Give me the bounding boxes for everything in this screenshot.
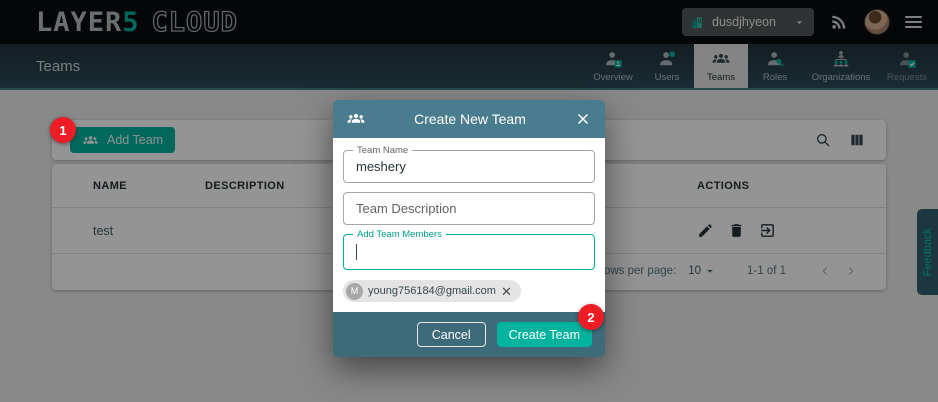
create-team-modal: Create New Team Team Name Add Team Membe… xyxy=(333,100,605,357)
add-team-members-label: Add Team Members xyxy=(353,229,446,240)
annotation-step-1-badge: 1 xyxy=(50,117,76,143)
team-name-label: Team Name xyxy=(353,145,412,156)
team-description-input[interactable] xyxy=(344,193,594,224)
modal-footer: Cancel Create Team xyxy=(333,312,605,357)
annotation-step-2-badge: 2 xyxy=(578,304,604,330)
layer5-cloud-app: LAYER5CLOUD dusdjhyeon xyxy=(0,0,938,402)
remove-member-icon[interactable]: ✕ xyxy=(501,285,512,298)
team-name-field: Team Name xyxy=(343,150,595,183)
modal-header: Create New Team xyxy=(333,100,605,138)
chip-email: young756184@gmail.com xyxy=(368,285,496,297)
group-icon xyxy=(346,109,366,129)
modal-body: Team Name Add Team Members M young756184… xyxy=(333,138,605,312)
create-team-button[interactable]: Create Team xyxy=(497,322,592,347)
cancel-button[interactable]: Cancel xyxy=(417,322,486,347)
team-description-field xyxy=(343,192,595,225)
add-team-members-field: Add Team Members xyxy=(343,234,595,270)
close-icon[interactable] xyxy=(574,110,592,128)
modal-title: Create New Team xyxy=(366,111,574,127)
text-cursor xyxy=(356,244,357,260)
chip-avatar: M xyxy=(346,283,363,300)
member-email-chip: M young756184@gmail.com ✕ xyxy=(343,280,521,302)
